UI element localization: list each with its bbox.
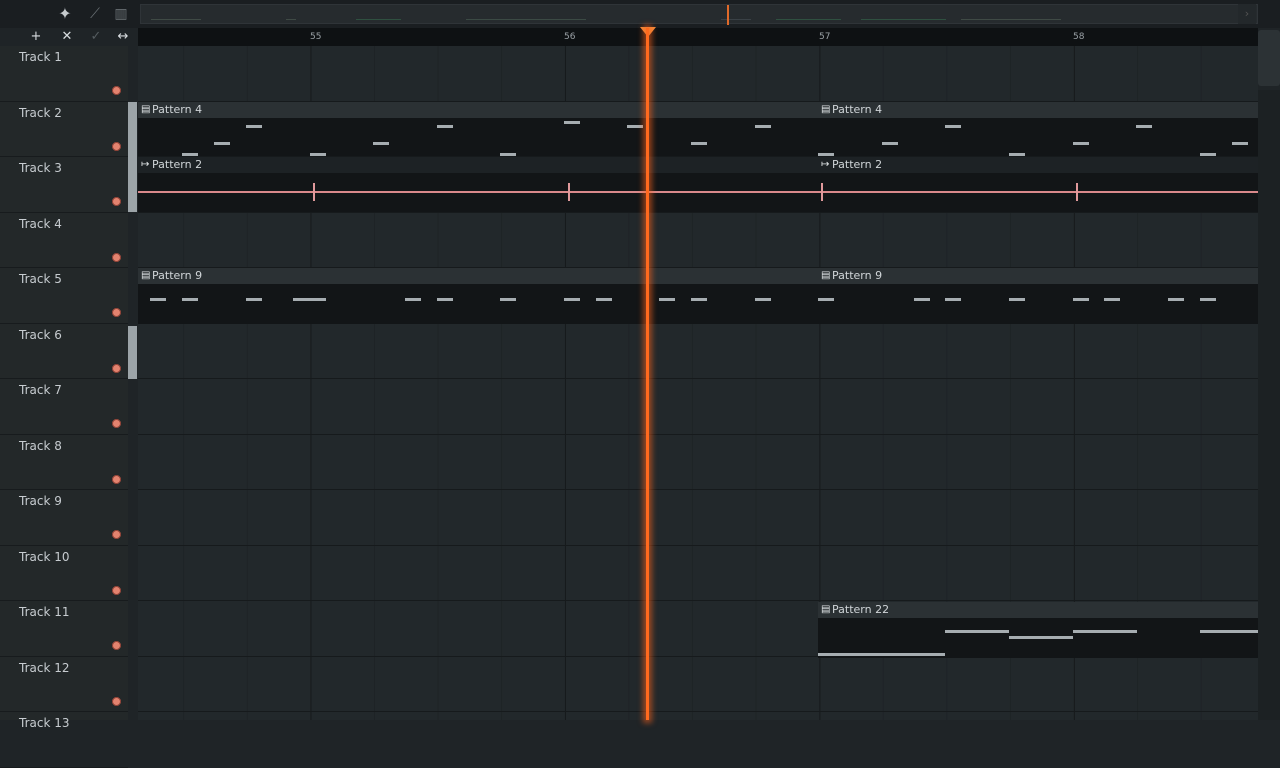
track-name: Track 11 bbox=[19, 605, 70, 619]
track-name: Track 10 bbox=[19, 549, 70, 564]
track-header[interactable]: Track 1 bbox=[0, 46, 128, 102]
track-name: Track 8 bbox=[19, 438, 62, 453]
track-header[interactable]: Track 13 bbox=[0, 712, 128, 768]
resize-icon[interactable]: ↔ bbox=[112, 29, 134, 45]
track-header[interactable]: Track 6 bbox=[0, 324, 128, 379]
audio-clip[interactable]: ↦ Pattern 2 bbox=[818, 157, 1258, 212]
timeline-ruler[interactable]: 55 56 57 58 bbox=[138, 28, 1258, 46]
delete-icon[interactable]: ✕ bbox=[56, 29, 78, 45]
pattern-icon: ▤ bbox=[141, 270, 151, 281]
pattern-clip[interactable]: ▤ Pattern 9 bbox=[138, 268, 818, 324]
piano-icon[interactable]: ▥ bbox=[110, 4, 132, 24]
clip-label: Pattern 2 bbox=[152, 158, 203, 171]
scroll-right-icon[interactable]: › bbox=[1238, 4, 1256, 24]
track-header[interactable]: Track 12 bbox=[0, 657, 128, 712]
pattern-clip[interactable]: ▤ Pattern 22 bbox=[818, 602, 1258, 658]
track-lane[interactable] bbox=[138, 212, 1258, 268]
mute-led-icon[interactable] bbox=[112, 308, 121, 317]
mute-led-icon[interactable] bbox=[112, 252, 121, 262]
track-selection-strip[interactable] bbox=[128, 102, 137, 212]
audio-waveform bbox=[138, 191, 818, 193]
track-header[interactable]: Track 10 bbox=[0, 546, 128, 601]
pattern-icon: ▤ bbox=[821, 270, 831, 281]
vertical-scrollbar[interactable] bbox=[1258, 90, 1280, 720]
track-name: Track 3 bbox=[19, 161, 62, 175]
overview-playhead bbox=[727, 5, 729, 25]
add-icon[interactable]: + bbox=[25, 29, 47, 45]
track-lane[interactable] bbox=[138, 656, 1258, 712]
track-header[interactable]: Track 2 bbox=[0, 102, 128, 157]
track-lane[interactable] bbox=[138, 434, 1258, 490]
track-header[interactable]: Track 7 bbox=[0, 379, 128, 435]
track-lane[interactable] bbox=[138, 379, 1258, 435]
check-icon[interactable]: ✓ bbox=[85, 29, 107, 45]
mute-led-icon[interactable] bbox=[112, 585, 121, 595]
audio-waveform bbox=[818, 191, 1258, 193]
audio-clip-icon: ↦ bbox=[821, 159, 830, 170]
mute-led-icon[interactable] bbox=[112, 141, 121, 151]
bar-number: 57 bbox=[819, 32, 831, 42]
bar-number: 55 bbox=[310, 32, 322, 42]
pattern-icon: ▤ bbox=[821, 104, 831, 115]
mute-led-icon[interactable] bbox=[112, 474, 121, 484]
pattern-clip[interactable]: ▤ Pattern 4 bbox=[138, 102, 818, 156]
playhead-line[interactable] bbox=[646, 28, 649, 720]
overview-scrollbar[interactable] bbox=[140, 4, 1258, 25]
track-name: Track 6 bbox=[19, 327, 62, 342]
mute-led-icon[interactable] bbox=[112, 419, 121, 428]
track-header[interactable]: Track 5 bbox=[0, 268, 128, 324]
mute-led-icon[interactable] bbox=[112, 86, 121, 95]
track-name: Track 9 bbox=[19, 494, 62, 508]
pattern-clip[interactable]: ▤ Pattern 9 bbox=[818, 268, 1258, 324]
mute-led-icon[interactable] bbox=[112, 197, 121, 206]
track-name: Track 13 bbox=[19, 716, 70, 730]
clip-label: Pattern 9 bbox=[832, 269, 883, 282]
track-header[interactable]: Track 11 bbox=[0, 601, 128, 657]
clip-label: Pattern 9 bbox=[152, 269, 203, 282]
bar-number: 58 bbox=[1073, 32, 1085, 42]
link-icon[interactable]: ⟋ bbox=[84, 4, 106, 24]
playlist-grid[interactable]: ▤ Pattern 4 ▤ Pattern 4 ↦ Pattern 2 ↦ Patter… bbox=[138, 46, 1258, 720]
track-header[interactable]: Track 9 bbox=[0, 490, 128, 546]
track-lane[interactable] bbox=[138, 323, 1258, 379]
pattern-icon: ▤ bbox=[821, 604, 831, 615]
clip-label: Pattern 22 bbox=[832, 603, 890, 616]
audio-clip-icon: ↦ bbox=[141, 159, 150, 170]
track-lane[interactable] bbox=[138, 490, 1258, 546]
clip-label: Pattern 4 bbox=[152, 103, 203, 116]
track-lane[interactable] bbox=[138, 545, 1258, 601]
snap-icon[interactable]: ✦ bbox=[54, 4, 76, 24]
mute-led-icon[interactable] bbox=[112, 530, 121, 539]
mute-led-icon[interactable] bbox=[112, 363, 121, 373]
track-header[interactable]: Track 3 bbox=[0, 157, 128, 213]
pattern-icon: ▤ bbox=[141, 104, 151, 115]
vertical-scroll-thumb[interactable] bbox=[1258, 30, 1280, 86]
track-lane[interactable] bbox=[138, 46, 1258, 102]
track-selection-strip[interactable] bbox=[128, 326, 137, 379]
track-header-column: Track 1 Track 2 Track 3 Track 4 Track 5 … bbox=[0, 46, 128, 768]
track-name: Track 12 bbox=[19, 660, 70, 675]
clip-label: Pattern 2 bbox=[832, 158, 883, 171]
audio-clip[interactable]: ↦ Pattern 2 bbox=[138, 157, 818, 212]
track-name: Track 2 bbox=[19, 105, 62, 120]
track-name: Track 5 bbox=[19, 272, 62, 286]
pattern-clip[interactable]: ▤ Pattern 4 bbox=[818, 102, 1258, 156]
clip-label: Pattern 4 bbox=[832, 103, 883, 116]
mute-led-icon[interactable] bbox=[112, 696, 121, 706]
track-name: Track 1 bbox=[19, 50, 62, 64]
track-name: Track 4 bbox=[19, 216, 62, 231]
track-lane[interactable] bbox=[138, 712, 1258, 720]
bar-number: 56 bbox=[564, 32, 576, 42]
playlist-toolbar: ✦ ⟋ ▥ ‹ › bbox=[0, 0, 1280, 28]
track-header[interactable]: Track 4 bbox=[0, 213, 128, 268]
track-header[interactable]: Track 8 bbox=[0, 435, 128, 490]
mute-led-icon[interactable] bbox=[112, 641, 121, 650]
track-name: Track 7 bbox=[19, 383, 62, 397]
